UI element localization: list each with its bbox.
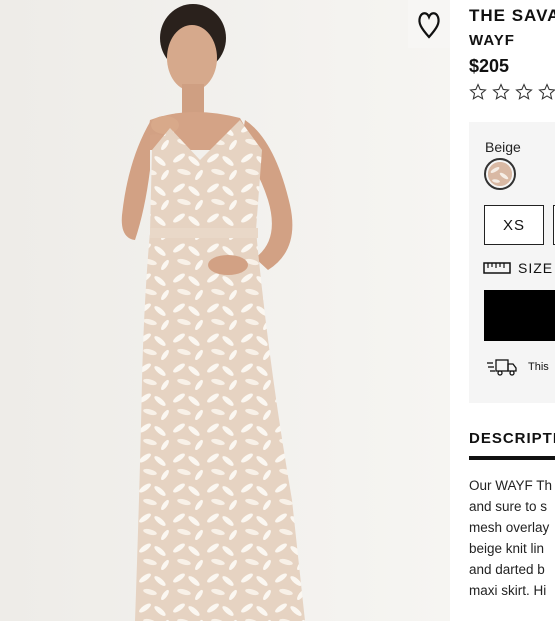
description-underline bbox=[469, 456, 555, 460]
star-outline-icon[interactable] bbox=[492, 83, 510, 101]
product-brand[interactable]: WAYF bbox=[469, 32, 515, 49]
shipping-info: This bbox=[486, 358, 549, 376]
description-line: Our WAYF Th bbox=[469, 478, 553, 493]
product-image[interactable] bbox=[0, 0, 450, 621]
description-line: mesh overlay bbox=[469, 520, 550, 535]
size-button-xs[interactable]: XS bbox=[484, 205, 544, 245]
description-line: and darted b bbox=[469, 562, 545, 577]
product-title: THE SAVA bbox=[469, 6, 555, 25]
add-to-bag-button[interactable] bbox=[484, 290, 555, 341]
purchase-options-panel: Beige XS SIZE C bbox=[469, 122, 555, 403]
heart-outline-icon bbox=[418, 12, 440, 39]
swatch-pattern bbox=[488, 162, 512, 186]
size-chart-link[interactable]: SIZE C bbox=[483, 260, 555, 276]
size-chart-label[interactable]: SIZE C bbox=[518, 260, 555, 276]
description-text: Our WAYF Th and sure to s mesh overlay b… bbox=[469, 475, 555, 601]
shipping-text: This bbox=[528, 361, 549, 373]
model-photo bbox=[0, 0, 450, 621]
rating-stars[interactable] bbox=[469, 83, 555, 101]
color-label: Beige bbox=[485, 139, 521, 155]
description-heading[interactable]: DESCRIPTI bbox=[469, 430, 555, 447]
ruler-icon bbox=[483, 262, 511, 274]
color-swatch-beige[interactable] bbox=[484, 158, 516, 190]
star-outline-icon[interactable] bbox=[469, 83, 487, 101]
product-price: $205 bbox=[469, 56, 510, 76]
swatch-fill bbox=[488, 162, 512, 186]
star-outline-icon[interactable] bbox=[538, 83, 555, 101]
star-outline-icon[interactable] bbox=[515, 83, 533, 101]
description-line: and sure to s bbox=[469, 499, 548, 514]
wishlist-button[interactable] bbox=[408, 0, 450, 48]
description-line: maxi skirt. Hi bbox=[469, 583, 547, 598]
product-info: THE SAVA WAYF $205 Beige XS SIZE This DE… bbox=[450, 0, 555, 621]
delivery-truck-icon bbox=[487, 359, 517, 376]
description-line: beige knit lin bbox=[469, 541, 545, 556]
